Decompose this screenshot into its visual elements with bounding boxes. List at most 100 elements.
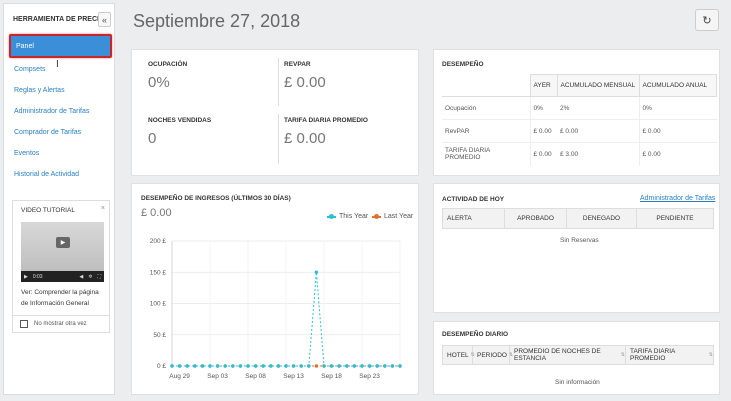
data-point: [261, 364, 265, 368]
kpi-divider: [278, 58, 279, 106]
data-point: [345, 364, 349, 368]
dont-show-again: No mostrar otra vez: [13, 315, 109, 332]
data-point: [276, 364, 281, 368]
table-cell: Ocupación: [442, 96, 530, 120]
data-point: [390, 364, 395, 368]
data-point: [383, 364, 387, 368]
table-header[interactable]: DENEGADO: [566, 208, 637, 229]
data-point: [367, 364, 372, 368]
data-point: [375, 364, 379, 368]
data-point: [360, 364, 364, 368]
table-row: Ocupación 0% 2% 0%: [442, 96, 717, 120]
occupancy-label: OCUPACIÓN: [148, 61, 188, 68]
data-point: [208, 364, 212, 368]
table-cell: £ 0.00: [638, 119, 717, 143]
data-point: [329, 364, 334, 368]
column-avg-stay[interactable]: PROMEDIO DE NOCHES DE ESTANCIA ⇅: [510, 346, 626, 364]
gear-icon[interactable]: ✲: [88, 274, 92, 280]
data-point: [314, 364, 319, 368]
data-point: [177, 364, 182, 368]
data-point: [352, 364, 357, 368]
sidebar-item-events[interactable]: Eventos: [4, 143, 114, 164]
table-cell: £ 0.00: [529, 142, 557, 166]
dont-show-label: No mostrar otra vez: [34, 321, 87, 327]
sidebar-item-rules-alerts[interactable]: Reglas y Alertas: [4, 80, 114, 101]
activity-table: ALERTA APROBADO DENEGADO PENDIENTE: [442, 208, 714, 229]
table-cell: £ 0.00: [557, 119, 639, 143]
sidebar-item-activity-history[interactable]: Historial de Actividad: [4, 164, 114, 185]
refresh-button[interactable]: ↻: [695, 9, 719, 31]
table-header: [442, 74, 531, 97]
data-point: [223, 364, 227, 368]
table-header[interactable]: ALERTA: [442, 208, 505, 229]
table-header: ACUMULADO MENSUAL: [556, 74, 640, 97]
table-cell: 0%: [529, 96, 557, 120]
data-point: [200, 364, 205, 368]
revenue-card: DESEMPEÑO DE INGRESOS (ÚLTIMOS 30 DÍAS) …: [131, 183, 419, 395]
x-tick-label: Aug 29: [169, 373, 190, 380]
no-info-text: Sin información: [555, 379, 600, 386]
adr-label: TARIFA DIARIA PROMEDIO: [284, 117, 368, 124]
data-point: [269, 364, 273, 368]
sidebar-item-rate-shopper[interactable]: Comprador de Tarifas: [4, 122, 114, 143]
kpi-divider: [278, 114, 279, 164]
kpi-card: OCUPACIÓN 0% REVPAR £ 0.00 NOCHES VENDID…: [131, 49, 419, 176]
performance-card: DESEMPEÑO AYER ACUMULADO MENSUAL ACUMULA…: [433, 49, 720, 176]
y-tick-label: 50 £: [153, 332, 166, 339]
column-hotel[interactable]: HOTEL ⇅: [443, 346, 475, 364]
table-cell: 2%: [557, 96, 639, 120]
volume-icon[interactable]: ◀: [79, 274, 83, 280]
performance-table: AYER ACUMULADO MENSUAL ACUMULADO ANUAL O…: [442, 74, 717, 166]
table-row: TARIFA DIARIA PROMEDIO £ 0.00 £ 3.00 £ 0…: [442, 142, 717, 166]
column-period[interactable]: PERIODO ⇅: [473, 346, 513, 364]
table-row: RevPAR £ 0.00 £ 0.00 £ 0.00: [442, 119, 717, 143]
revpar-label: REVPAR: [284, 61, 311, 68]
y-tick-label: 200 £: [150, 238, 167, 245]
x-tick-label: Sep 08: [245, 373, 266, 380]
video-tutorial-title: VIDEO TUTORIAL: [21, 207, 75, 214]
y-tick-label: 150 £: [150, 269, 167, 276]
rate-manager-link[interactable]: Administrador de Tarifas: [640, 195, 715, 202]
daily-table-header: HOTEL ⇅ PERIODO ⇅ PROMEDIO DE NOCHES DE ES…: [442, 345, 714, 365]
nights-sold-value: 0: [148, 130, 157, 147]
data-point: [238, 364, 243, 368]
video-caption[interactable]: Ver: Comprender la página de Información…: [21, 287, 107, 309]
table-header: ACUMULADO ANUAL: [638, 74, 717, 97]
legend-this-year[interactable]: This Year: [327, 213, 368, 220]
y-tick-label: 100 £: [150, 301, 167, 308]
table-header[interactable]: PENDIENTE: [636, 208, 714, 229]
column-label: PERIODO: [477, 351, 507, 359]
sidebar-item-compsets[interactable]: Compsets: [4, 59, 114, 80]
collapse-sidebar-button[interactable]: «: [98, 12, 111, 27]
revenue-value: £ 0.00: [141, 207, 172, 219]
close-icon[interactable]: ×: [101, 205, 105, 212]
sidebar: HERRAMIENTA DE PRECIOS « Panel Compsets …: [3, 3, 115, 395]
table-cell: TARIFA DIARIA PROMEDIO: [442, 142, 530, 166]
table-header[interactable]: APROBADO: [504, 208, 567, 229]
play-icon[interactable]: ▶: [56, 237, 70, 248]
video-time: 0:03: [32, 273, 43, 280]
sort-icon: ⇅: [708, 352, 713, 358]
sidebar-item-panel[interactable]: Panel: [9, 34, 112, 58]
data-point: [291, 364, 296, 368]
dont-show-checkbox[interactable]: [20, 320, 28, 328]
revenue-title: DESEMPEÑO DE INGRESOS (ÚLTIMOS 30 DÍAS): [141, 195, 291, 202]
legend-last-year[interactable]: Last Year: [372, 213, 413, 220]
table-cell: 0%: [638, 96, 717, 120]
table-header: AYER: [529, 74, 558, 97]
data-point: [253, 364, 258, 368]
data-point: [398, 364, 402, 368]
play-control-icon[interactable]: ▶: [24, 274, 28, 280]
fullscreen-icon[interactable]: ⛶: [97, 274, 101, 280]
column-adr[interactable]: TARIFA DIARIA PROMEDIO ⇅: [626, 346, 713, 364]
video-player[interactable]: ▶ ▶ 0:03 ◀ ✲ ⛶: [21, 222, 104, 282]
sidebar-item-rate-manager[interactable]: Administrador de Tarifas: [4, 101, 114, 122]
table-cell: £ 0.00: [638, 142, 717, 166]
legend-label: Last Year: [384, 213, 414, 220]
data-point: [193, 364, 197, 368]
y-tick-label: 0 £: [157, 363, 166, 370]
data-point: [215, 364, 220, 368]
revpar-value: £ 0.00: [284, 74, 326, 91]
column-label: HOTEL: [447, 351, 469, 359]
column-label: TARIFA DIARIA PROMEDIO: [630, 348, 676, 362]
